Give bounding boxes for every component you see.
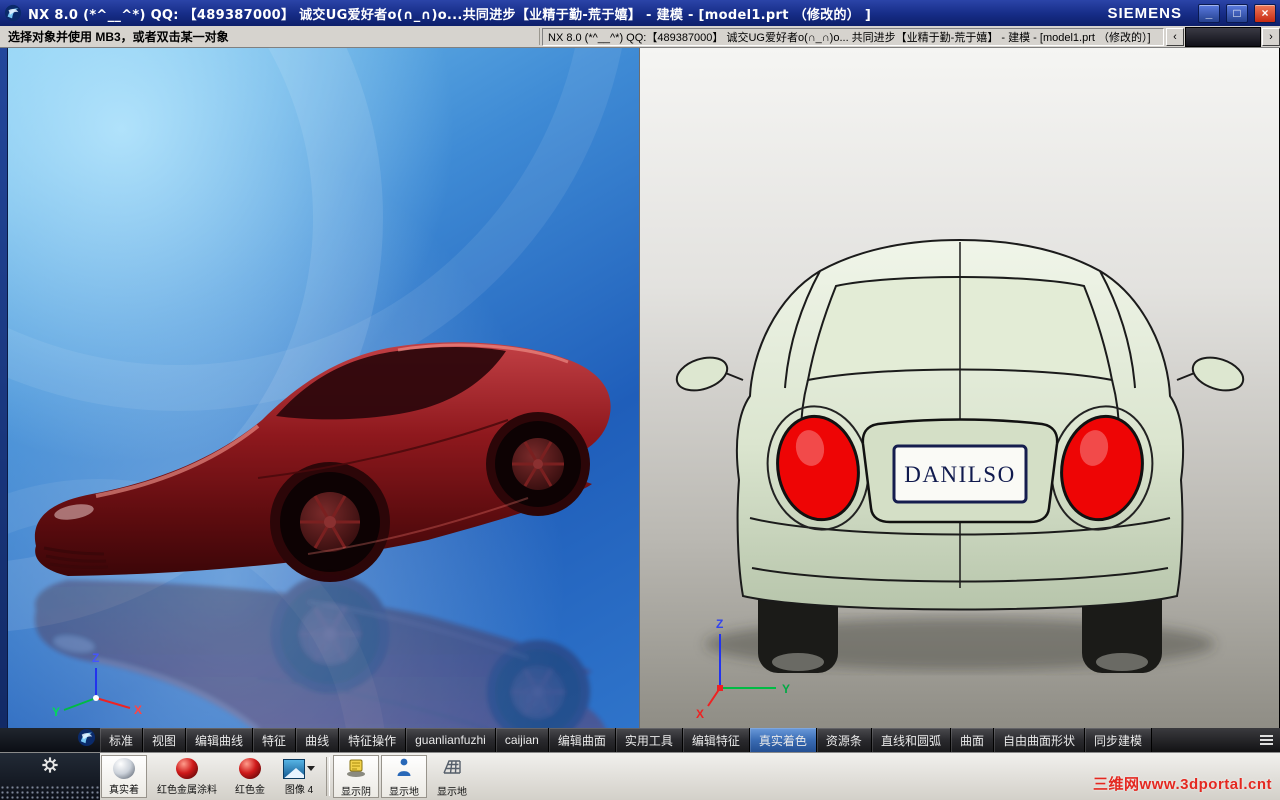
svg-text:Z: Z	[716, 617, 723, 631]
toolbar-button-image-4[interactable]: 图像 4	[275, 755, 323, 798]
title-bar[interactable]: NX 8.0 (*^__^*) QQ: 【489387000】 诚交UG爱好者o…	[0, 0, 1280, 26]
toolbar-button-show-shadow[interactable]: 显示阴	[333, 755, 379, 798]
dropdown-arrow-icon	[307, 766, 315, 771]
toolbar-button-red-metallic-paint[interactable]: 红色金属涂料	[149, 755, 225, 798]
tab-bar-left-pad	[0, 728, 100, 752]
tab-item[interactable]: 标准	[100, 728, 144, 752]
tab-item[interactable]: 同步建模	[1084, 728, 1152, 752]
minimize-button[interactable]: _	[1198, 3, 1220, 23]
license-plate-text: DANILSO	[904, 462, 1015, 487]
license-plate: DANILSO	[861, 418, 1059, 524]
bottom-tab-bar: 标准 视图 编辑曲线 特征 曲线 特征操作 guanlianfuzhi caij…	[0, 728, 1280, 752]
image-icon	[283, 758, 305, 779]
toolbar-button-realistic-shading[interactable]: 真实着	[101, 755, 147, 798]
scroll-left-button[interactable]: ‹	[1166, 27, 1184, 46]
tab-item[interactable]: 自由曲面形状	[993, 728, 1085, 752]
drag-handle-dots[interactable]	[0, 785, 100, 800]
site-watermark: 三维网www.3dportal.cnt	[1093, 776, 1272, 793]
tab-item[interactable]: 特征操作	[339, 728, 407, 752]
toolbar-button-red-metal[interactable]: 红色金	[227, 755, 273, 798]
red-car-render: Y X Z	[8, 48, 622, 728]
nx-application-window: NX 8.0 (*^__^*) QQ: 【489387000】 诚交UG爱好者o…	[0, 0, 1280, 800]
red-material-sphere-icon	[176, 758, 198, 779]
document-title-readout: NX 8.0 (*^__^*) QQ:【489387000】 诚交UG爱好者o(…	[542, 27, 1164, 46]
tab-item[interactable]: 编辑特征	[682, 728, 750, 752]
svg-text:X: X	[696, 707, 704, 721]
prompt-text: 选择对象并使用 MB3，或者双击某一对象	[0, 28, 540, 45]
render-toolbar: 真实着 红色金属涂料 红色金 图像 4 显示阴 显示地 显示地 三维网www.3…	[0, 752, 1280, 800]
tab-item-selected[interactable]: 真实着色	[749, 728, 817, 752]
maximize-button[interactable]: □	[1226, 3, 1248, 23]
gear-icon[interactable]	[41, 756, 59, 779]
tab-item[interactable]: 直线和圆弧	[871, 728, 951, 752]
siemens-logo: SIEMENS	[1107, 4, 1182, 22]
svg-text:X: X	[134, 703, 142, 717]
tab-item[interactable]: 实用工具	[615, 728, 683, 752]
tab-item[interactable]: 资源条	[816, 728, 872, 752]
toolbar-button-show-floor[interactable]: 显示地	[381, 755, 427, 798]
tab-bar-menu-icon[interactable]	[1252, 728, 1280, 752]
tab-item[interactable]: 曲线	[296, 728, 340, 752]
viewport-left-3d[interactable]: Y X Z	[8, 48, 639, 728]
close-button[interactable]: ×	[1254, 3, 1276, 23]
shadow-icon	[345, 756, 367, 781]
person-icon	[393, 756, 415, 781]
tab-item[interactable]: 曲面	[950, 728, 994, 752]
red-material-sphere-icon	[239, 758, 261, 779]
tab-item[interactable]: guanlianfuzhi	[406, 728, 496, 752]
svg-text:Y: Y	[52, 705, 60, 719]
tab-item[interactable]: caijian	[495, 728, 549, 752]
tab-item[interactable]: 视图	[143, 728, 187, 752]
toolbar-separator	[326, 757, 330, 796]
tab-item[interactable]: 编辑曲线	[186, 728, 254, 752]
tab-bar-filler	[1152, 728, 1252, 752]
toolbar-left-column	[0, 753, 100, 800]
nx-app-icon	[4, 4, 22, 22]
scroll-right-button[interactable]: ›	[1262, 27, 1280, 46]
grid-icon	[441, 756, 463, 781]
graphics-area: Y X Z DANILSO Z Y X	[0, 48, 1280, 728]
viewport-right-3d[interactable]: DANILSO Z Y X	[639, 48, 1279, 728]
tab-item[interactable]: 特征	[253, 728, 297, 752]
resource-bar-strip[interactable]	[0, 48, 8, 728]
toolbar-button-show-grid[interactable]: 显示地	[429, 755, 475, 798]
svg-text:Y: Y	[782, 682, 790, 696]
status-prompt-bar: 选择对象并使用 MB3，或者双击某一对象 NX 8.0 (*^__^*) QQ:…	[0, 26, 1280, 48]
green-car-rear-render: DANILSO Z Y X	[675, 238, 1245, 721]
window-title: NX 8.0 (*^__^*) QQ: 【489387000】 诚交UG爱好者o…	[28, 7, 872, 23]
tab-item[interactable]: 编辑曲面	[548, 728, 616, 752]
shaded-sphere-icon	[113, 758, 135, 779]
nx-logo-icon[interactable]	[77, 728, 96, 752]
toolbar-dock-strip	[1185, 26, 1261, 47]
svg-text:Z: Z	[92, 651, 99, 665]
